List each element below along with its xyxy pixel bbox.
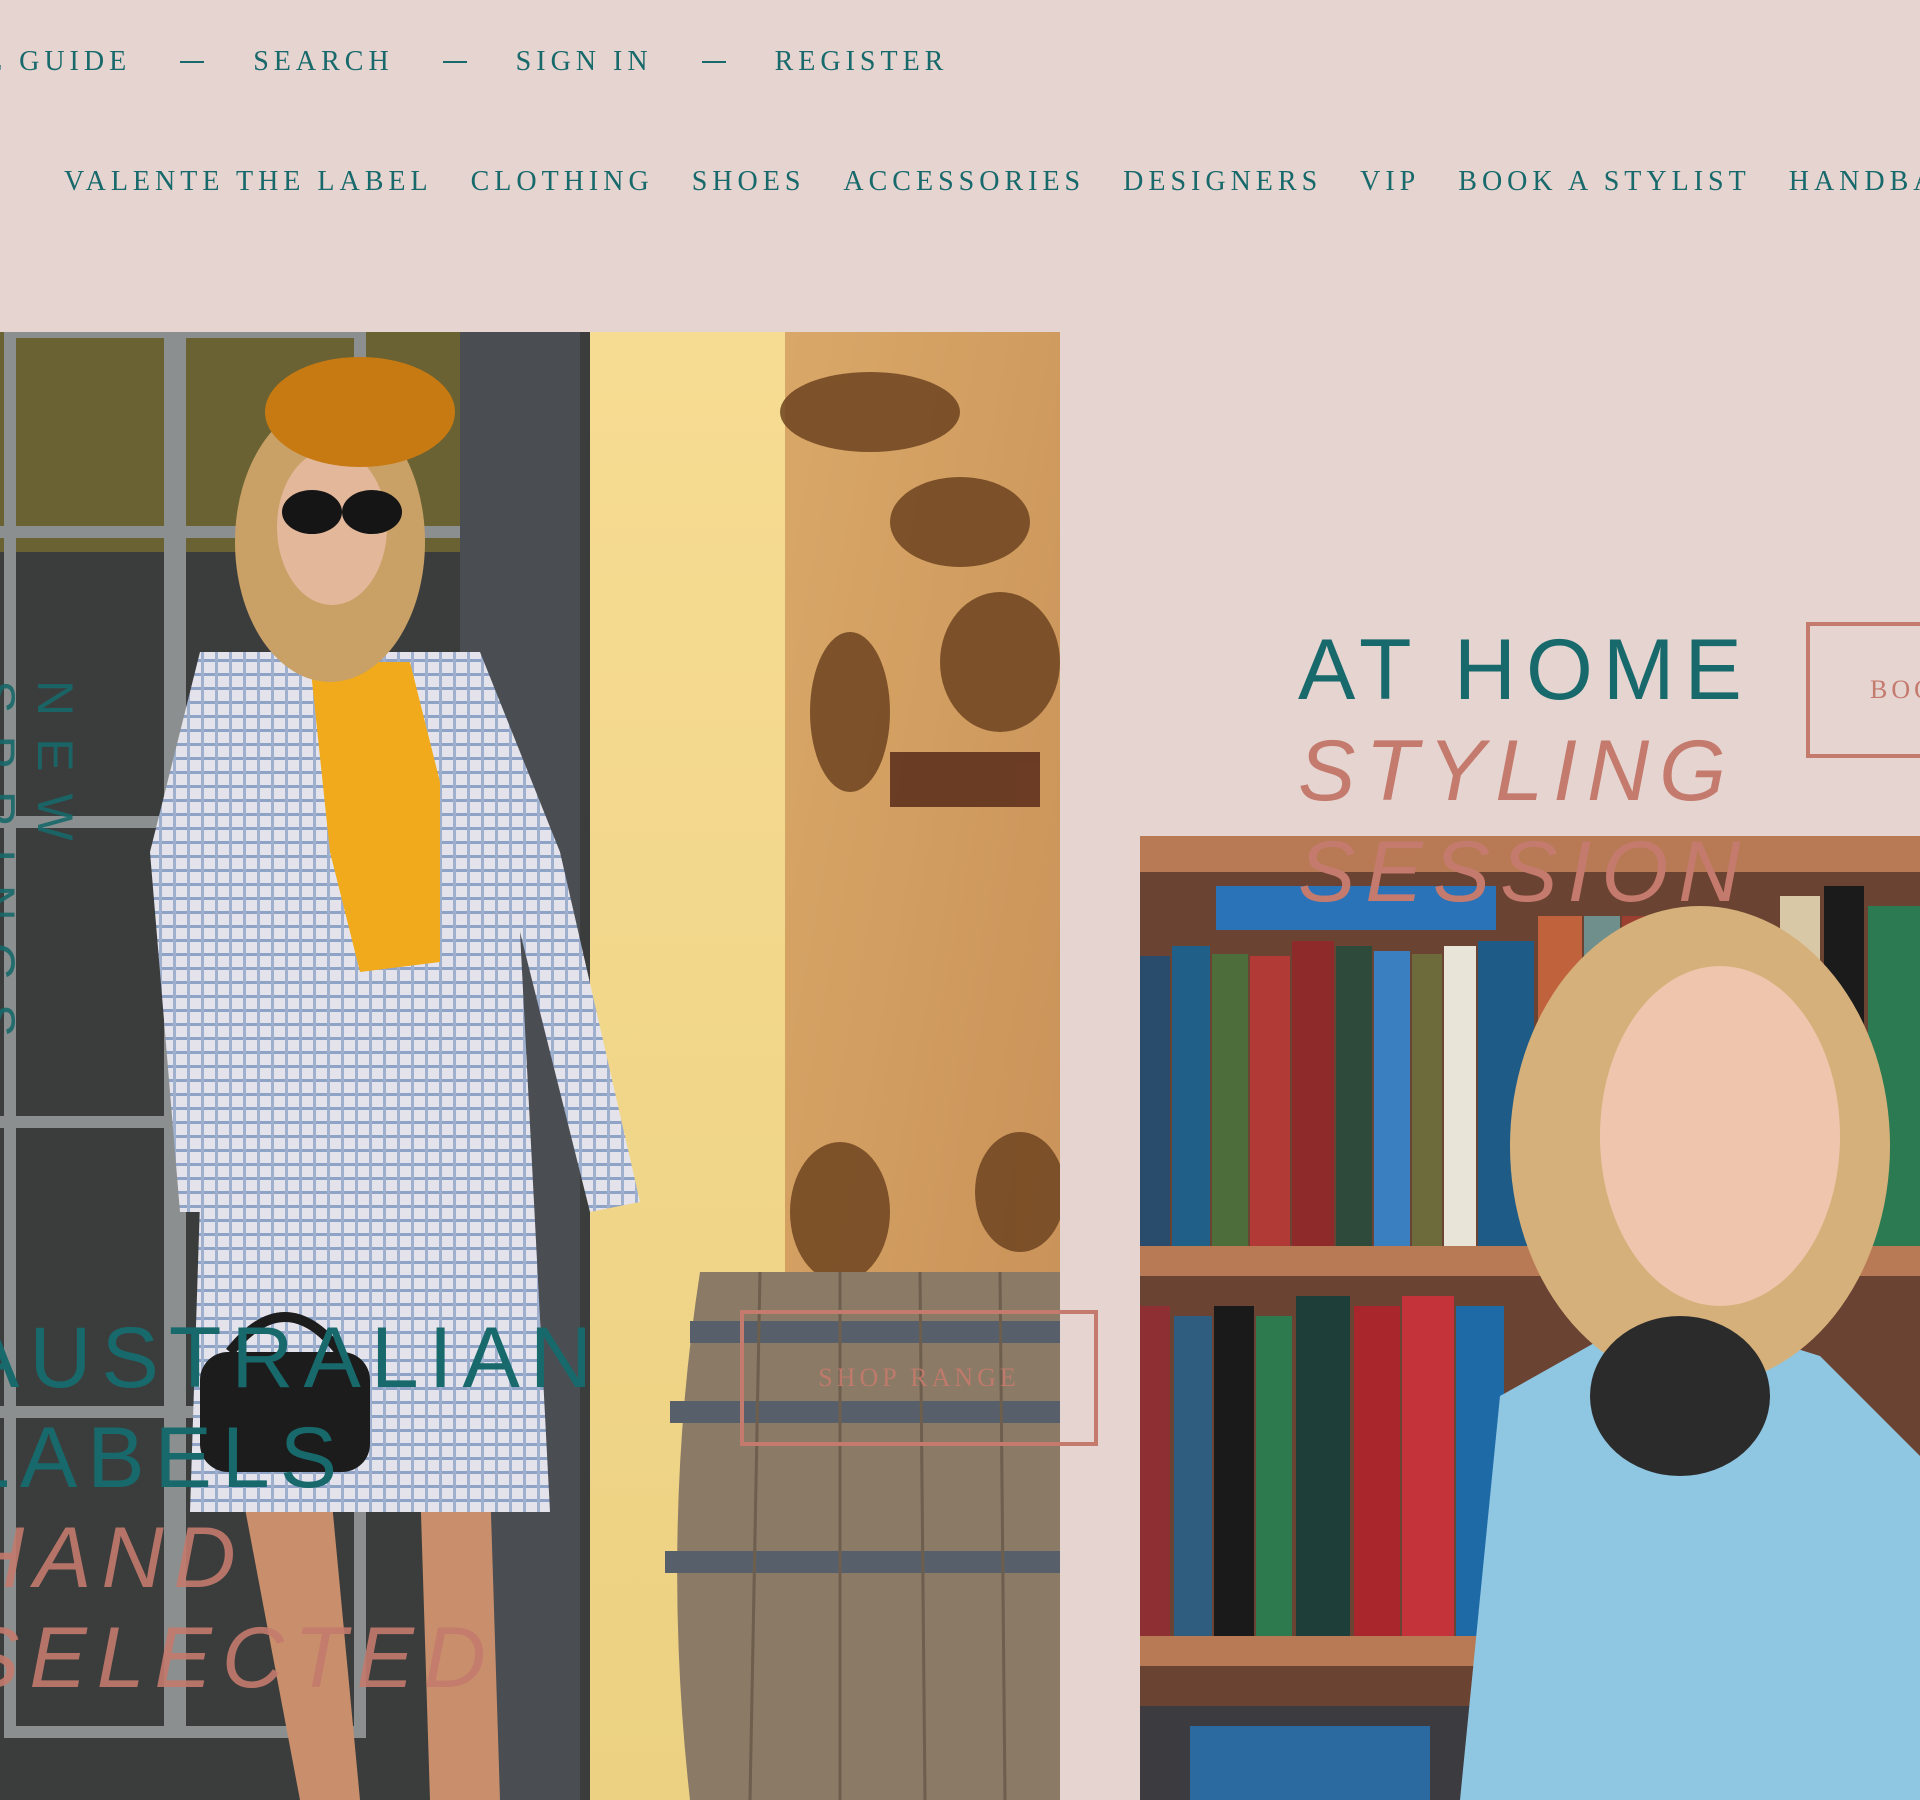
search-link[interactable]: SEARCH <box>253 46 393 78</box>
size-guide-link[interactable]: SIZE GUIDE <box>0 46 131 78</box>
hero-left-line-3: HAND <box>0 1510 246 1606</box>
nav-item-accessories[interactable]: ACCESSORIES <box>843 166 1085 198</box>
nav-item-handbags[interactable]: HANDBAGS <box>1789 166 1920 198</box>
hero-right-line-1: AT HOME <box>1298 622 1752 718</box>
hero-right-line-3: SESSION <box>1298 824 1751 920</box>
nav-item-shoes[interactable]: SHOES <box>692 166 806 198</box>
hero-left-line-4: SELECTED <box>0 1610 497 1706</box>
shop-range-button-label: SHOP RANGE <box>818 1363 1020 1392</box>
hero-right-line-2: STYLING <box>1298 723 1736 819</box>
separator-dash <box>701 61 726 63</box>
hero-left-line-1: AUSTRALIAN <box>0 1310 603 1406</box>
nav-item-vip[interactable]: VIP <box>1360 166 1420 198</box>
vertical-accent-text: NEW SPRINGS <box>0 680 83 1060</box>
hero-left-line-2: LABELS <box>0 1410 348 1506</box>
stylist-photo-woman-bookshelf[interactable] <box>1140 836 1920 1800</box>
utility-links: SIZE GUIDE SEARCH SIGN IN REGISTER <box>0 44 948 80</box>
hero-left-heading: AUSTRALIAN LABELS HAND SELECTED <box>0 1308 602 1708</box>
nav-item-book-a-stylist[interactable]: BOOK A STYLIST <box>1458 166 1750 198</box>
book-button-label: BOOK <box>1870 675 1920 704</box>
separator-dash <box>180 61 205 63</box>
stylist-photo-illustration <box>1140 836 1920 1800</box>
nav-item-designers[interactable]: DESIGNERS <box>1123 166 1322 198</box>
nav-item-valente-the-label[interactable]: VALENTE THE LABEL <box>64 166 433 198</box>
nav-item-clothing[interactable]: CLOTHING <box>471 166 654 198</box>
book-button[interactable]: BOOK <box>1806 622 1920 758</box>
separator-dash <box>442 61 467 63</box>
shop-range-button[interactable]: SHOP RANGE <box>740 1310 1098 1446</box>
main-navigation: VALENTE THE LABEL CLOTHING SHOES ACCESSO… <box>64 162 1920 202</box>
hero-right-heading: AT HOME STYLING SESSION <box>1298 620 1752 923</box>
register-link[interactable]: REGISTER <box>775 46 949 78</box>
sign-in-link[interactable]: SIGN IN <box>516 46 653 78</box>
